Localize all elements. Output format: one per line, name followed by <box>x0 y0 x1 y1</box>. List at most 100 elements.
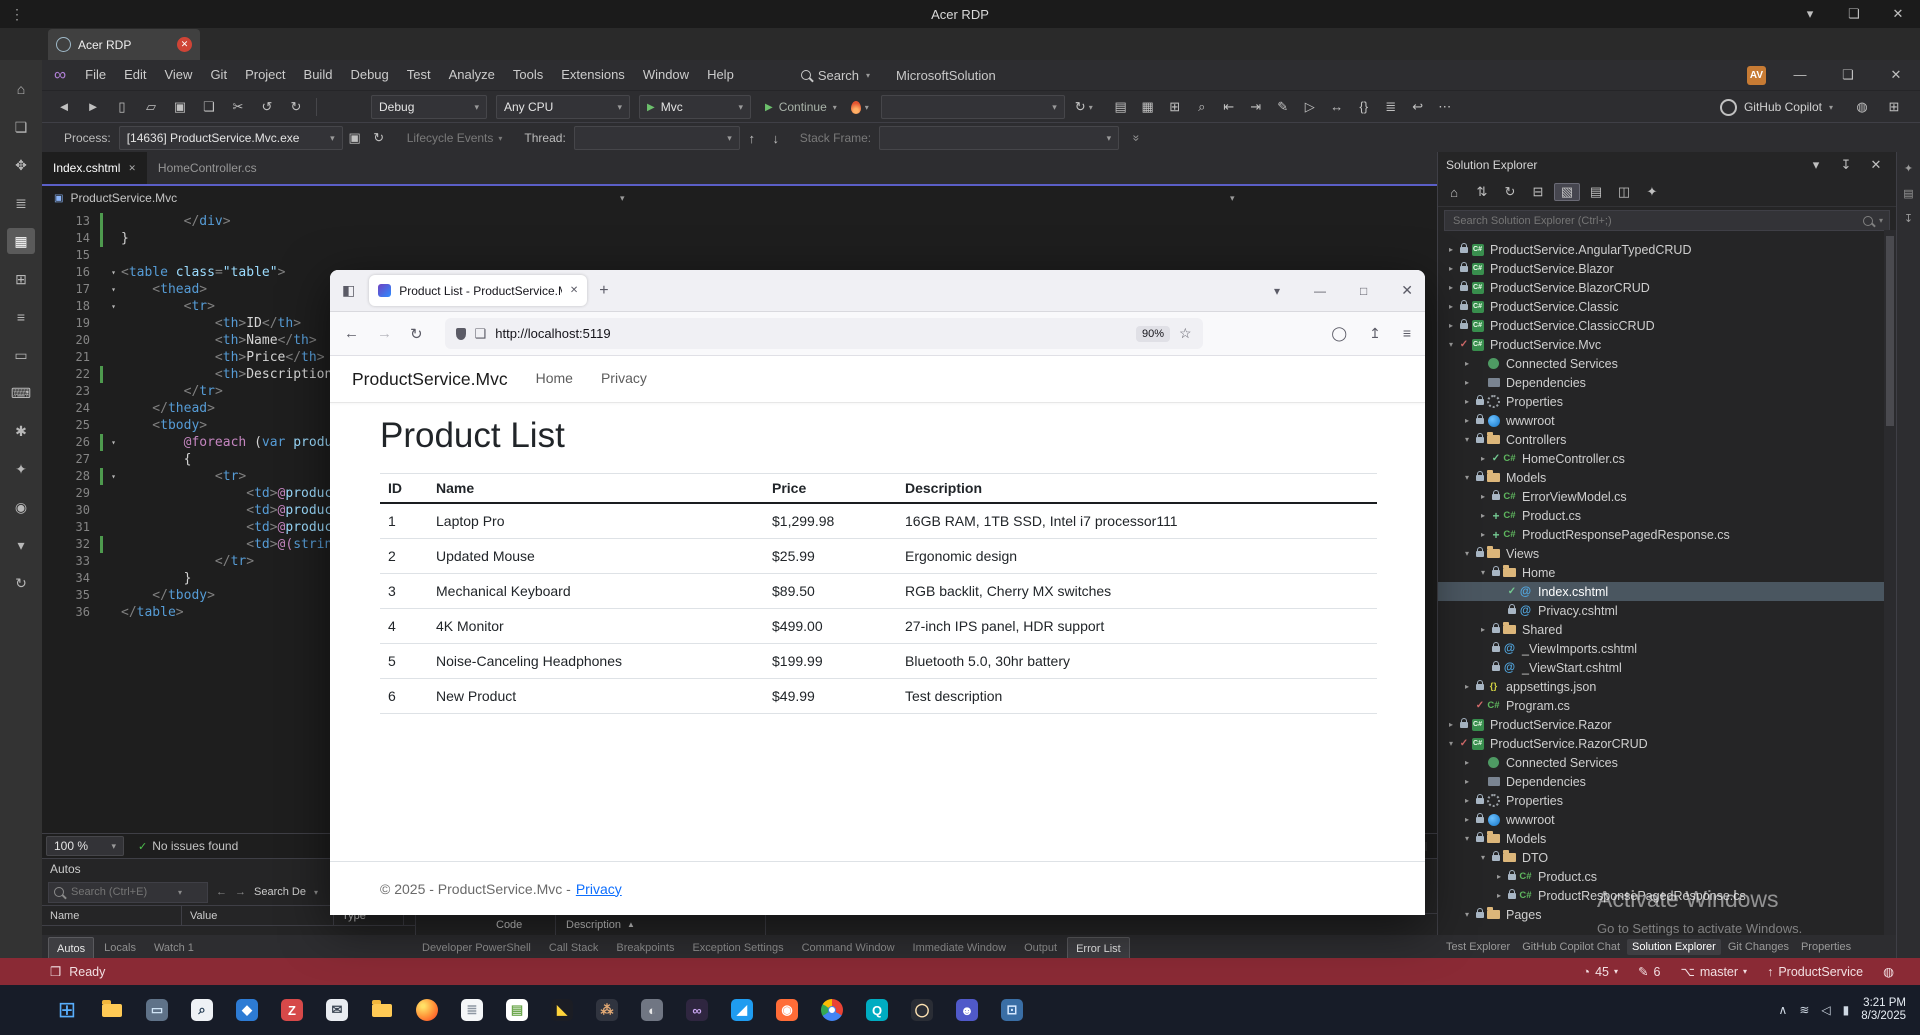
pin-icon[interactable]: ↧ <box>1834 157 1858 173</box>
tree-item-productservice-razor[interactable]: ▸ C# ProductService.Razor <box>1438 715 1896 734</box>
volume-icon[interactable]: ◁ <box>1821 1003 1830 1017</box>
find-in-files-icon[interactable]: ⌕ <box>1190 99 1214 115</box>
tree-item-wwwroot[interactable]: ▸ wwwroot <box>1438 810 1896 829</box>
tree-item-index-cshtml[interactable]: ✓ @ Index.cshtml <box>1438 582 1896 601</box>
avatar[interactable]: AV <box>1747 65 1766 85</box>
tab-autos[interactable]: Autos <box>48 937 95 960</box>
tab-exception-settings[interactable]: Exception Settings <box>684 937 791 958</box>
editor-tab-homecontroller-cs[interactable]: HomeController.cs <box>147 152 268 184</box>
egg-app[interactable]: ◯ <box>910 998 934 1022</box>
tree-item-appsettings-json[interactable]: ▸{} appsettings.json <box>1438 677 1896 696</box>
errorlist-column-description[interactable]: Description ▲ <box>556 914 766 935</box>
platform-dropdown[interactable]: Any CPU ▾ <box>496 95 630 119</box>
save-icon[interactable]: ▣ <box>168 99 192 115</box>
cut-icon[interactable]: ✂ <box>226 99 250 115</box>
braces-icon[interactable]: {} <box>1352 99 1376 115</box>
search-app[interactable]: ⌕ <box>190 998 214 1022</box>
tree-item-product-cs[interactable]: ▸ C# Product.cs <box>1438 867 1896 886</box>
thread-down-icon[interactable]: ↓ <box>764 131 788 146</box>
navigate-icon[interactable]: ↔ <box>1325 99 1349 115</box>
menu-analyze[interactable]: Analyze <box>440 60 504 90</box>
share-icon[interactable]: ↥ <box>1369 325 1381 342</box>
strip-pin-icon[interactable]: ↧ <box>1904 212 1913 225</box>
solution-explorer-icon[interactable]: ▤ <box>1109 99 1133 115</box>
search-depth-label[interactable]: Search De <box>254 886 306 898</box>
menu-git[interactable]: Git <box>201 60 236 90</box>
se-settings-icon[interactable]: ✦ <box>1640 184 1664 200</box>
tracking-shield-icon[interactable] <box>455 327 466 340</box>
menu-extensions[interactable]: Extensions <box>552 60 634 90</box>
feedback-icon[interactable]: ◍ <box>1850 99 1874 115</box>
fullscreen-icon[interactable]: ✥ <box>7 152 35 178</box>
tree-item-properties[interactable]: ▸ Properties <box>1438 392 1896 411</box>
tab-output[interactable]: Output <box>1016 937 1065 958</box>
display-app[interactable]: ⊡ <box>1000 998 1024 1022</box>
solution-explorer-scrollbar[interactable] <box>1884 230 1896 935</box>
tree-item-models[interactable]: ▾ Models <box>1438 468 1896 487</box>
notifications-bell[interactable]: ◍ <box>1883 964 1894 979</box>
tray-expand-icon[interactable]: ∧ <box>1779 1003 1788 1017</box>
tab-immediate-window[interactable]: Immediate Window <box>905 937 1015 958</box>
outdent-icon[interactable]: ⇥ <box>1244 99 1268 115</box>
vs-code[interactable]: ◢ <box>730 998 754 1022</box>
refresh-icon[interactable]: ↻ <box>7 570 35 596</box>
firefox-view-icon[interactable]: ◧ <box>342 282 355 299</box>
clock[interactable]: 3:21 PM 8/3/2025 <box>1861 997 1906 1023</box>
folder-shortcut[interactable] <box>370 998 394 1022</box>
github-copilot-button[interactable]: GitHub Copilot ▾ ◍ ⊞ <box>1719 98 1906 116</box>
run-to-cursor-icon[interactable]: ▷ <box>1298 99 1322 115</box>
rdp-restore-icon[interactable]: ❏ <box>1842 6 1866 22</box>
grid-icon[interactable]: ⊞ <box>7 266 35 292</box>
bookmark-star-icon[interactable]: ☆ <box>1179 325 1192 342</box>
tree-item-productservice-blazor[interactable]: ▸ C# ProductService.Blazor <box>1438 259 1896 278</box>
more-options-icon[interactable]: ⋯ <box>1433 99 1457 115</box>
continue-button[interactable]: ▶ Continue ▾ <box>765 100 837 114</box>
startup-project-dropdown[interactable]: ▶ Mvc ▾ <box>639 95 751 119</box>
forward-icon[interactable]: → <box>377 325 392 342</box>
tree-item-productservice-classic[interactable]: ▸ C# ProductService.Classic <box>1438 297 1896 316</box>
monitor-icon[interactable]: ▭ <box>7 342 35 368</box>
keyboard-icon[interactable]: ⌨ <box>7 380 35 406</box>
vs-minimize-icon[interactable]: — <box>1788 67 1812 83</box>
switch-views-icon[interactable]: ⇅ <box>1470 184 1494 200</box>
screenshot-icon[interactable]: ◉ <box>7 494 35 520</box>
status-counter[interactable]: ◔ 45 ▾ <box>1583 965 1618 979</box>
tree-item-privacy-cshtml[interactable]: @ Privacy.cshtml <box>1438 601 1896 620</box>
cyan-app[interactable]: Q <box>865 998 889 1022</box>
nest-files-icon[interactable]: ⊟ <box>1526 184 1550 200</box>
tree-item-models[interactable]: ▾ Models <box>1438 829 1896 848</box>
scaling-icon[interactable]: ▦ <box>7 228 35 254</box>
tree-item-productresponsepagedresponse-cs[interactable]: ▸ + C# ProductResponsePagedResponse.cs <box>1438 525 1896 544</box>
undo-icon[interactable]: ↺ <box>255 99 279 115</box>
breadcrumb-project[interactable]: ProductService.Mvc <box>70 191 177 205</box>
menu-test[interactable]: Test <box>398 60 440 90</box>
empty-dropdown[interactable]: ▾ <box>880 95 1065 119</box>
tree-item-product-cs[interactable]: ▸ + C# Product.cs <box>1438 506 1896 525</box>
list-tabs-icon[interactable]: ▾ <box>1274 284 1280 298</box>
document-app[interactable]: ▤ <box>505 998 529 1022</box>
app-menu-icon[interactable]: ≡ <box>1403 325 1411 342</box>
menu-help[interactable]: Help <box>698 60 743 90</box>
list-icon[interactable]: ≡ <box>7 304 35 330</box>
autos-search-box[interactable]: ▾ <box>48 881 208 903</box>
tree-item-wwwroot[interactable]: ▸ wwwroot <box>1438 411 1896 430</box>
list-members-icon[interactable]: ≣ <box>1379 99 1403 115</box>
toolbar-overflow-icon[interactable]: » <box>1129 135 1143 142</box>
open-file-icon[interactable]: ▱ <box>139 99 163 115</box>
toolbox-icon[interactable]: ⊞ <box>1163 99 1187 115</box>
strip-list-icon[interactable]: ▤ <box>1903 187 1913 200</box>
navigate-backward-icon[interactable]: ◄ <box>52 99 76 115</box>
rdp-menu-icon[interactable]: ⋮ <box>10 6 24 23</box>
sync-refresh-icon[interactable]: ↻ <box>1498 184 1522 200</box>
rdp-tab-close-icon[interactable]: ✕ <box>177 37 192 52</box>
browser-minimize-icon[interactable]: — <box>1314 284 1326 298</box>
new-tab-button[interactable]: + <box>599 282 608 300</box>
url-bar[interactable]: ❑ http://localhost:5119 90% ☆ <box>444 318 1203 349</box>
vs-close-icon[interactable]: ✕ <box>1884 67 1908 83</box>
nav-link-privacy[interactable]: Privacy <box>601 370 647 386</box>
defender-app[interactable]: ◆ <box>235 998 259 1022</box>
menu-project[interactable]: Project <box>236 60 294 90</box>
tab-error-list[interactable]: Error List <box>1067 937 1130 960</box>
tree-item-viewstart-cshtml[interactable]: @ _ViewStart.cshtml <box>1438 658 1896 677</box>
tab-close-icon[interactable]: ✕ <box>570 285 578 296</box>
